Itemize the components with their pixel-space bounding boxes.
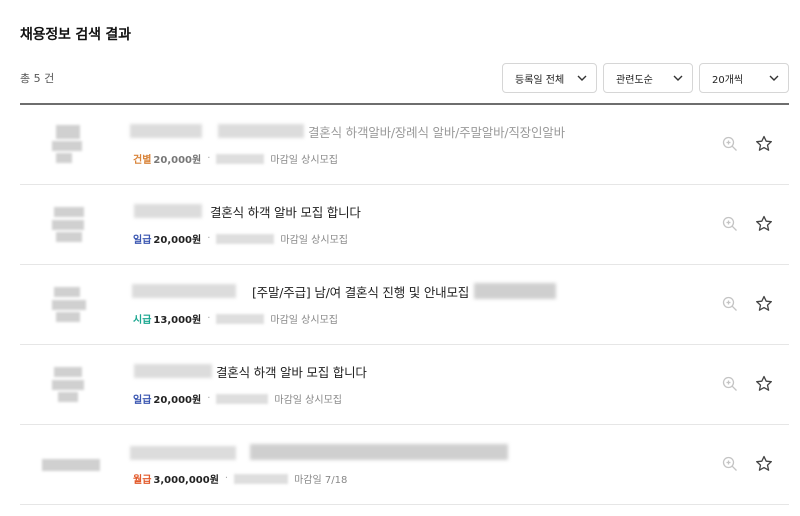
zoom-in-icon[interactable]: [721, 375, 739, 393]
pay-amount: 3,000,000원: [153, 475, 219, 486]
job-meta: 월급 3,000,000원 · 마감일 7/18: [133, 473, 348, 486]
pay-type: 건별: [133, 155, 152, 166]
page-size-label: 20개씩: [712, 74, 744, 86]
zoom-in-icon[interactable]: [721, 135, 739, 153]
company-logo: [52, 205, 88, 245]
chevron-down-icon: [577, 75, 587, 81]
date-filter-label: 등록일 전체: [515, 74, 565, 86]
star-icon[interactable]: [754, 294, 774, 314]
result-count: 총 5 건: [20, 72, 55, 85]
job-meta: 일급 20,000원 · 마감일 상시모집: [133, 233, 348, 246]
job-listing-list: 결혼식 하객알바/장례식 알바/주말알바/직장인알바 건별 20,000원 · …: [20, 105, 789, 505]
zoom-in-icon[interactable]: [721, 295, 739, 313]
company-logo: [52, 285, 88, 325]
company-logo: [42, 445, 102, 485]
zoom-in-icon[interactable]: [721, 215, 739, 233]
job-title-link[interactable]: 결혼식 하객 알바 모집 합니다: [210, 202, 361, 221]
sort-label: 관련도순: [616, 74, 653, 86]
job-title-link[interactable]: 결혼식 하객 알바 모집 합니다: [216, 362, 367, 381]
job-listing-row[interactable]: 결혼식 하객 알바 모집 합니다 일급 20,000원 · 마감일 상시모집: [20, 185, 789, 265]
pay-amount: 20,000원: [153, 395, 202, 406]
job-meta: 시급 13,000원 · 마감일 상시모집: [133, 313, 338, 326]
job-title-link[interactable]: 결혼식 하객알바/장례식 알바/주말알바/직장인알바: [308, 122, 565, 141]
star-icon[interactable]: [754, 454, 774, 474]
pay-amount: 20,000원: [153, 235, 202, 246]
location-redacted: [216, 153, 265, 164]
date-filter-select[interactable]: 등록일 전체: [502, 63, 597, 93]
pay-type: 월급: [133, 475, 152, 486]
deadline: 마감일 7/18: [294, 475, 348, 486]
location-redacted: [216, 393, 269, 404]
company-logo: [52, 125, 88, 165]
job-listing-row[interactable]: 결혼식 하객알바/장례식 알바/주말알바/직장인알바 건별 20,000원 · …: [20, 105, 789, 185]
chevron-down-icon: [769, 75, 779, 81]
job-meta: 건별 20,000원 · 마감일 상시모집: [133, 153, 338, 166]
star-icon[interactable]: [754, 134, 774, 154]
page-size-select[interactable]: 20개씩: [699, 63, 789, 93]
page-title: 채용정보 검색 결과: [20, 27, 131, 43]
location-redacted: [234, 473, 289, 484]
deadline: 마감일 상시모집: [274, 395, 342, 406]
location-redacted: [216, 233, 275, 244]
star-icon[interactable]: [754, 214, 774, 234]
pay-type: 일급: [133, 235, 152, 246]
filter-bar: 등록일 전체 관련도순 20개씩: [502, 63, 789, 93]
job-listing-row[interactable]: 월급 3,000,000원 · 마감일 7/18: [20, 425, 789, 505]
chevron-down-icon: [673, 75, 683, 81]
star-icon[interactable]: [754, 374, 774, 394]
pay-type: 일급: [133, 395, 152, 406]
deadline: 마감일 상시모집: [270, 155, 338, 166]
zoom-in-icon[interactable]: [721, 455, 739, 473]
job-listing-row[interactable]: 결혼식 하객 알바 모집 합니다 일급 20,000원 · 마감일 상시모집: [20, 345, 789, 425]
deadline: 마감일 상시모집: [280, 235, 348, 246]
pay-amount: 13,000원: [153, 315, 202, 326]
deadline: 마감일 상시모집: [270, 315, 338, 326]
pay-amount: 20,000원: [153, 155, 202, 166]
pay-type: 시급: [133, 315, 152, 326]
title-redacted: [474, 283, 556, 299]
job-title-link[interactable]: [주말/주급] 남/여 결혼식 진행 및 안내모집: [252, 282, 469, 301]
job-listing-row[interactable]: [주말/주급] 남/여 결혼식 진행 및 안내모집 시급 13,000원 · 마…: [20, 265, 789, 345]
company-logo: [52, 365, 88, 405]
sort-select[interactable]: 관련도순: [603, 63, 693, 93]
title-redacted: [250, 444, 508, 460]
location-redacted: [216, 313, 265, 324]
job-meta: 일급 20,000원 · 마감일 상시모집: [133, 393, 342, 406]
